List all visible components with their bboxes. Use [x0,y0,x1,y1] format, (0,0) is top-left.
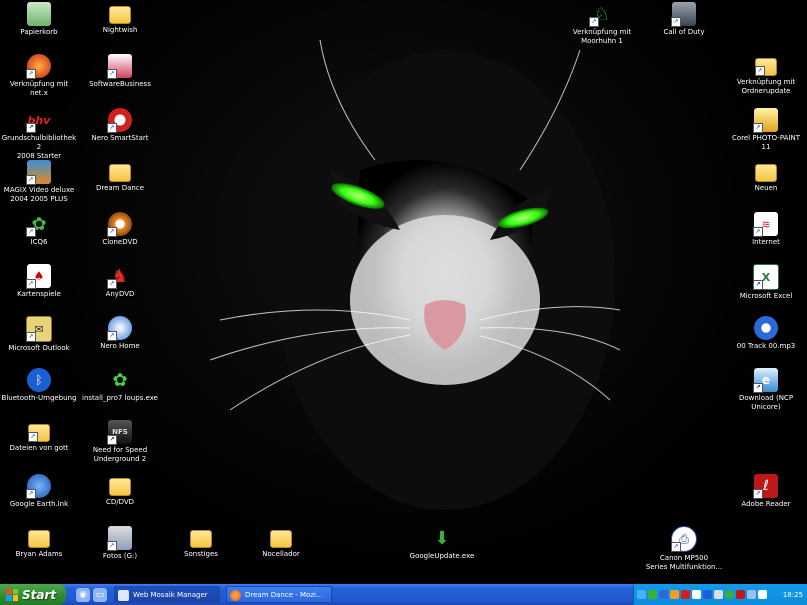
folder-shortcut-icon: ↗ [755,58,777,76]
tray-printer-icon[interactable] [758,590,767,599]
quick-launch-browser-icon[interactable]: ◉ [76,588,90,602]
desktop-icon-canon-mp500[interactable]: ⎙ ↗ Canon MP500 Series Multifunktion... [645,526,723,572]
soldier-icon: ↗ [671,2,696,27]
moorhuhn-icon: ♘ ↗ [589,2,614,27]
tray-security-icon[interactable] [681,590,690,599]
recycle-bin-icon [27,2,51,26]
google-update-icon: ⬇ [434,527,450,549]
folder-icon [109,164,131,182]
bluetooth-icon: ᛒ [27,368,51,392]
nero-home-icon: ↗ [107,316,132,341]
desktop-icon-bryan-adams[interactable]: Bryan Adams [0,526,78,559]
corel-icon: ↗ [753,108,778,133]
clock[interactable]: 18:25 [783,591,803,599]
folder-icon [270,530,292,548]
cards-icon: ♠ ↗ [26,264,51,289]
folder-icon [190,530,212,548]
desktop-icon-nightwish[interactable]: Nightwish [81,2,159,35]
tray-acrobat-icon[interactable] [736,590,745,599]
cat-wallpaper [209,39,620,510]
desktop-icon-call-of-duty[interactable]: ↗ Call of Duty [645,2,723,37]
desktop-icon-fotos[interactable]: ↗ Fotos (G:) [81,526,159,561]
desktop-icon-firefox[interactable]: ↗ Verknüpfung mit net.x [0,54,78,98]
folder-icon: ↗ [28,424,50,442]
tray-display-icon[interactable] [747,590,756,599]
icq-icon: ✿ ↗ [26,212,51,237]
tray-network-icon[interactable] [659,590,668,599]
desktop-icon-corel[interactable]: ↗ Corel PHOTO-PAINT 11 [727,108,805,152]
flower-icon: ✿ [112,369,128,391]
desktop-icon-grundschulbibliothek[interactable]: bhv ↗ Grundschulbibliothek 2 2008 Starter [0,108,78,161]
desktop-icon-nfs[interactable]: NFS ↗ Need for Speed Underground 2 [81,420,159,464]
folder-icon [109,6,131,24]
system-tray: 18:25 [633,584,807,605]
nfs-icon: NFS ↗ [107,420,132,445]
desktop-icon-download-ncp[interactable]: e ↗ Download (NCP Unicore) [727,368,805,412]
clonedvd-icon: ↗ [107,212,132,237]
desktop-icon-outlook[interactable]: ✉ ↗ Microsoft Outlook [0,316,78,353]
desktop-icon-papierkorb[interactable]: Papierkorb [0,2,78,37]
tray-volume-icon[interactable] [714,590,723,599]
desktop-icon-anydvd[interactable]: ♞ ↗ AnyDVD [81,264,159,299]
quick-launch-desktop-icon[interactable]: ▭ [93,588,107,602]
software-box-icon: ↗ [107,54,132,79]
firefox-icon [230,590,241,601]
desktop-icon-dateien[interactable]: ↗ Dateien von gott [0,420,78,453]
bhv-icon: bhv ↗ [26,113,51,133]
tray-nero-icon[interactable] [692,590,701,599]
desktop-icon-adobe-reader[interactable]: ℓ ↗ Adobe Reader [727,474,805,509]
desktop-icon-nero-home[interactable]: ↗ Nero Home [81,316,159,351]
ie-download-icon: e ↗ [753,368,778,393]
desktop-icon-nocellador[interactable]: Nocellador [242,526,320,559]
folder-icon [755,164,777,182]
desktop-icon-internet[interactable]: ≋ ↗ Internet [727,212,805,247]
desktop-icon-magix[interactable]: ↗ MAGIX Video deluxe 2004 2005 PLUS [0,160,78,204]
window-icon [118,590,129,601]
nero-icon: ↗ [107,108,132,133]
desktop-icon-icq[interactable]: ✿ ↗ ICQ6 [0,212,78,247]
outlook-icon: ✉ ↗ [26,316,52,342]
windows-logo-icon [6,588,18,601]
desktop-icon-cd-dvd[interactable]: CD/DVD [81,474,159,507]
media-icon [754,316,778,340]
acrobat-icon: ℓ ↗ [753,474,778,499]
desktop-icon-ordnerupdate[interactable]: ↗ Verknüpfung mit Ordnerupdate [727,54,805,96]
firefox-icon: ↗ [26,54,51,79]
taskbar: Start ◉ ▭ Web Mosaik Manager Dream Dance… [0,584,807,605]
desktop-icon-clonedvd[interactable]: ↗ CloneDVD [81,212,159,247]
tray-arrow-icon[interactable] [637,590,646,599]
excel-icon: X ↗ [753,264,779,290]
google-earth-icon: ↗ [26,474,51,499]
desktop-icon-kartenspiele[interactable]: ♠ ↗ Kartenspiele [0,264,78,299]
taskbar-button-dream-dance[interactable]: Dream Dance - Mozi... [226,586,332,603]
drive-icon: ↗ [107,526,132,551]
tray-bluetooth-icon[interactable] [703,590,712,599]
desktop-icon-googleupdate[interactable]: ⬇ GoogleUpdate.exe [403,526,481,561]
tray-antivirus-icon[interactable] [648,590,657,599]
folder-icon [28,530,50,548]
magix-icon: ↗ [26,160,51,185]
desktop-icon-sonstiges[interactable]: Sonstiges [162,526,240,559]
printer-icon: ⎙ ↗ [671,526,697,552]
wifi-icon: ≋ ↗ [753,212,778,237]
desktop-icon-install-pro7[interactable]: ✿ install_pro7 loups.exe [81,368,159,403]
start-button[interactable]: Start [0,584,66,605]
desktop-icon-neuen[interactable]: Neuen [727,160,805,193]
tray-update-icon[interactable] [670,590,679,599]
desktop-icon-track-mp3[interactable]: 00 Track 00.mp3 [727,316,805,351]
desktop-icon-bluetooth[interactable]: ᛒ Bluetooth-Umgebung [0,368,78,403]
taskbar-button-web-mosaik[interactable]: Web Mosaik Manager [114,586,220,603]
desktop-icon-moorhuhn[interactable]: ♘ ↗ Verknüpfung mit Moorhuhn 1 [563,2,641,46]
desktop-icon-softwarebusiness[interactable]: ↗ SoftwareBusiness [81,54,159,89]
tray-icq-icon[interactable] [725,590,734,599]
desktop-icon-google-earth[interactable]: ↗ Google Earth.lnk [0,474,78,509]
start-label: Start [22,587,57,602]
desktop[interactable]: Papierkorb ↗ Verknüpfung mit net.x bhv ↗ … [0,0,807,584]
desktop-icon-dream-dance[interactable]: Dream Dance [81,160,159,193]
anydvd-fox-icon: ♞ ↗ [107,264,132,289]
desktop-icon-nero-smartstart[interactable]: ↗ Nero SmartStart [81,108,159,143]
desktop-icon-excel[interactable]: X ↗ Microsoft Excel [727,264,805,301]
folder-icon [109,478,131,496]
